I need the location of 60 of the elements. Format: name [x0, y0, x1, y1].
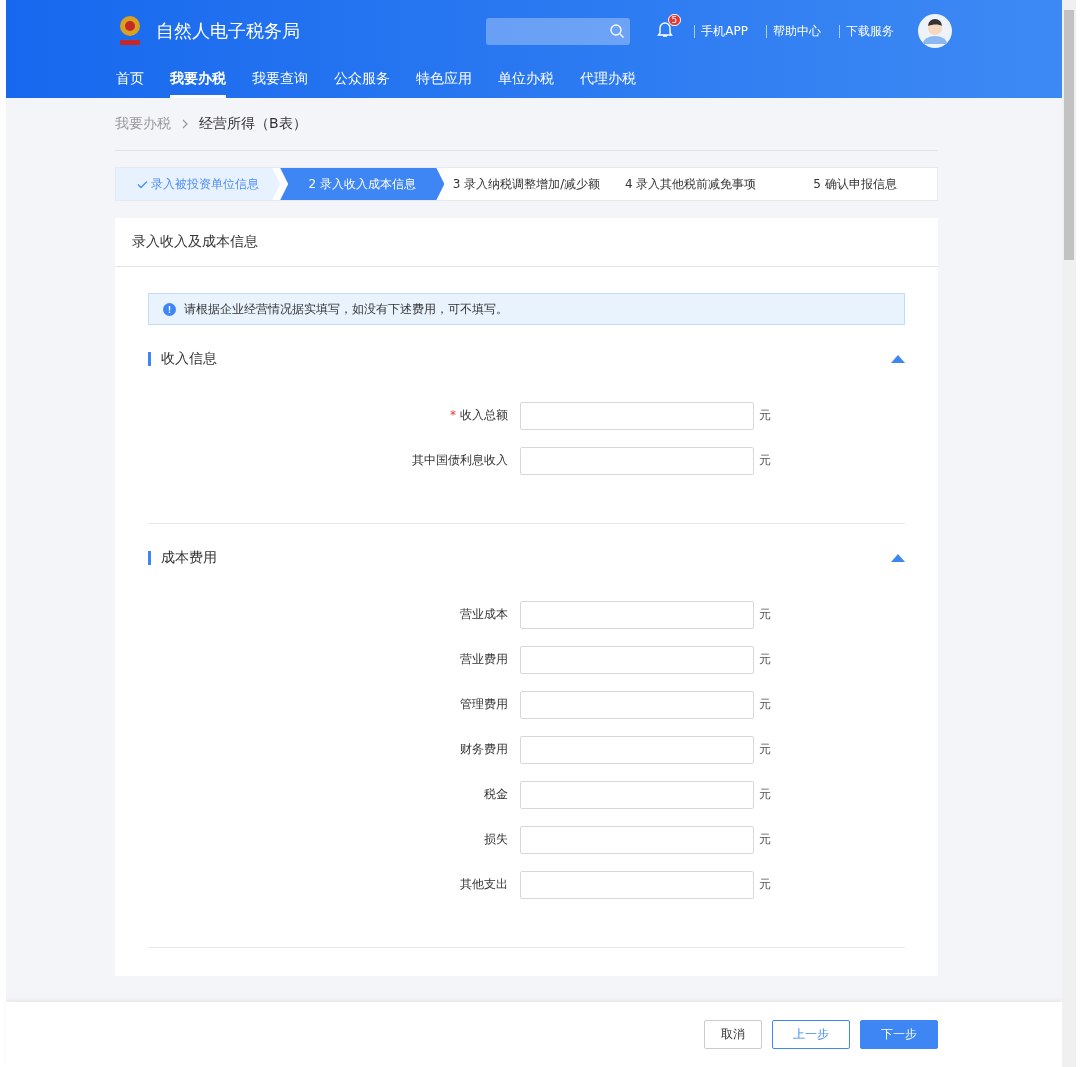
unit-label: 元	[759, 876, 771, 893]
input-field[interactable]	[520, 446, 754, 475]
check-icon	[137, 179, 149, 189]
input-field[interactable]	[520, 401, 754, 430]
field-label: 其他支出	[460, 877, 508, 891]
notification-badge: 5	[667, 14, 682, 26]
field-label: 财务费用	[460, 742, 508, 756]
field-label: 收入总额	[460, 408, 508, 422]
footer-button[interactable]: 上一步	[772, 1020, 850, 1049]
chevron-right-icon	[181, 119, 189, 129]
unit-label: 元	[759, 786, 771, 803]
nav-tab[interactable]: 特色应用	[416, 62, 472, 98]
scrollbar-thumb[interactable]	[1064, 10, 1074, 260]
site-title: 自然人电子税务局	[156, 19, 300, 43]
field-label: 管理费用	[460, 697, 508, 711]
caret-up-icon[interactable]	[891, 355, 905, 363]
unit-label: 元	[759, 452, 771, 469]
avatar-icon[interactable]	[918, 14, 952, 48]
footer-button[interactable]: 取消	[704, 1020, 762, 1049]
unit-label: 元	[759, 651, 771, 668]
input-field[interactable]	[520, 780, 754, 809]
nav-tab[interactable]: 我要查询	[252, 62, 308, 98]
breadcrumb-item[interactable]: 我要办税	[115, 115, 171, 133]
nav-tab[interactable]: 首页	[116, 62, 144, 98]
unit-label: 元	[759, 741, 771, 758]
field-label: 营业费用	[460, 652, 508, 666]
input-field[interactable]	[520, 825, 754, 854]
field-label: 税金	[484, 787, 508, 801]
input-field[interactable]	[520, 870, 754, 899]
header-link[interactable]: 手机APP	[694, 24, 754, 38]
nav-tab[interactable]: 单位办税	[498, 62, 554, 98]
nav-tab[interactable]: 我要办税	[170, 62, 226, 98]
notice-text: 请根据企业经营情况据实填写，如没有下述费用，可不填写。	[184, 300, 508, 318]
input-field[interactable]	[520, 690, 754, 719]
card-title: 录入收入及成本信息	[115, 218, 938, 267]
nav-tab[interactable]: 代理办税	[580, 62, 636, 98]
required-mark: *	[450, 408, 456, 422]
unit-label: 元	[759, 606, 771, 623]
section-title: 收入信息	[161, 350, 218, 368]
header-link[interactable]: 帮助中心	[766, 24, 827, 38]
header-link[interactable]: 下载服务	[839, 24, 900, 38]
unit-label: 元	[759, 831, 771, 848]
breadcrumb-item: 经营所得（B表）	[199, 115, 307, 133]
search-icon[interactable]	[610, 24, 625, 38]
field-label: 损失	[484, 832, 508, 846]
field-label: 其中国债利息收入	[412, 453, 508, 467]
input-field[interactable]	[520, 645, 754, 674]
step-tab[interactable]: 2 录入收入成本信息	[280, 168, 445, 200]
unit-label: 元	[759, 696, 771, 713]
input-field[interactable]	[520, 600, 754, 629]
step-tab[interactable]: 录入被投资单位信息	[116, 168, 281, 200]
unit-label: 元	[759, 407, 771, 424]
search-field[interactable]	[486, 17, 631, 45]
field-label: 营业成本	[460, 607, 508, 621]
section-title: 成本费用	[161, 549, 218, 567]
nav-tab[interactable]: 公众服务	[334, 62, 390, 98]
footer-button[interactable]: 下一步	[860, 1020, 938, 1049]
caret-up-icon[interactable]	[891, 554, 905, 562]
info-icon	[163, 302, 176, 316]
input-field[interactable]	[520, 735, 754, 764]
